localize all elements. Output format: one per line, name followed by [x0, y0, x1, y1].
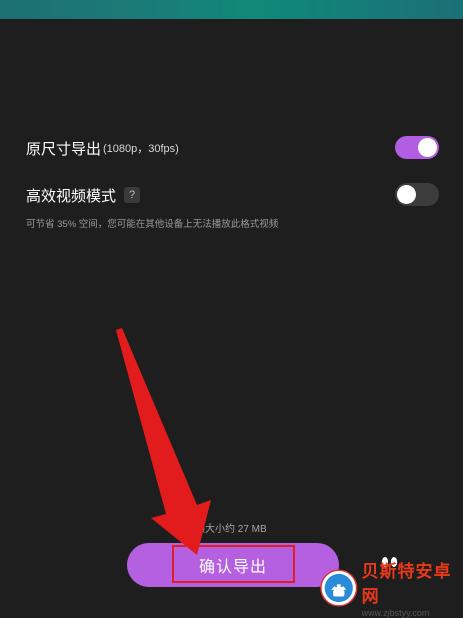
original-size-export-label: 原尺寸导出	[26, 140, 102, 158]
watermark: 贝斯特安卓网 www.zjbstyy.com	[320, 562, 463, 618]
watermark-title: 贝斯特安卓网	[361, 562, 452, 606]
watermark-logo-icon	[320, 568, 358, 607]
watermark-text: 贝斯特安卓网 www.zjbstyy.com	[362, 557, 463, 618]
efficient-mode-hint: 可节省 35% 空间，您可能在其他设备上无法播放此格式视频	[26, 219, 279, 230]
top-preview-strip	[0, 0, 463, 19]
toggle-knob	[418, 138, 437, 157]
original-size-export-detail: (1080p，30fps)	[103, 143, 179, 155]
efficient-video-mode-toggle[interactable]	[395, 183, 439, 206]
original-size-export-row: 原尺寸导出 (1080p，30fps)	[26, 134, 439, 162]
annotation-arrow	[116, 328, 211, 555]
original-size-export-toggle[interactable]	[395, 136, 439, 159]
toggle-knob	[397, 185, 416, 204]
efficient-video-mode-row: 高效视频模式 ?	[26, 181, 439, 209]
efficient-video-mode-label: 高效视频模式	[26, 187, 117, 205]
file-size-estimate: 频大小约 27 MB	[195, 524, 267, 535]
annotation-highlight-box	[172, 545, 295, 583]
help-icon[interactable]: ?	[124, 187, 141, 203]
